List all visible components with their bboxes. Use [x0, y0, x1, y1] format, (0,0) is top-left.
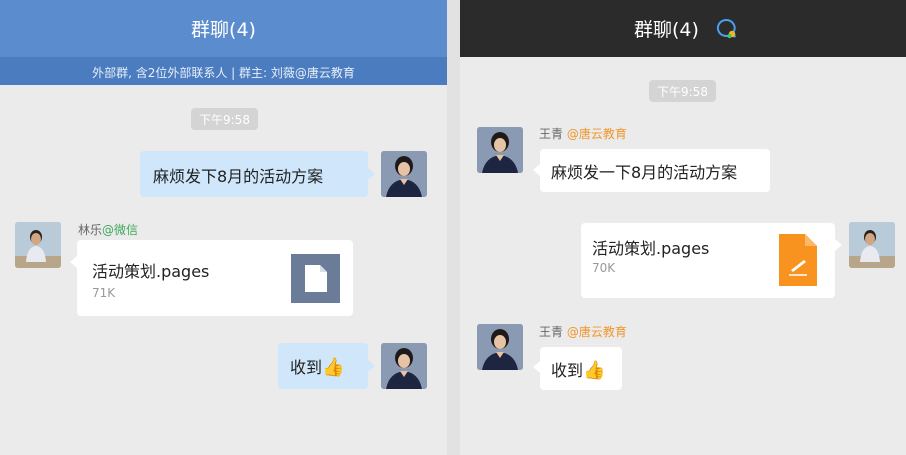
left-timestamp: 下午9:58 — [191, 108, 258, 130]
right-message-bubble-3[interactable]: 收到👍 — [540, 347, 622, 390]
right-avatar-me-2[interactable] — [849, 222, 895, 268]
pages-file-icon — [779, 234, 817, 286]
right-sender-tag-1: @唐云教育 — [566, 127, 627, 141]
left-message-bubble-3[interactable]: 收到👍 — [278, 343, 368, 389]
left-group-info-text: 外部群, 含2位外部联系人 | 群主: 刘薇@唐云教育 — [92, 66, 355, 80]
woman-portrait-icon — [381, 151, 427, 197]
left-bubble-tail-3 — [368, 360, 375, 372]
left-file-name: 活动策划.pages — [92, 262, 210, 281]
man-portrait-icon — [15, 222, 61, 268]
woman-portrait-icon — [477, 127, 523, 173]
left-avatar-linle[interactable] — [15, 222, 61, 268]
left-sender-linle: 林乐@微信 — [78, 221, 138, 238]
right-file-name: 活动策划.pages — [592, 239, 710, 258]
left-avatar-me-1[interactable] — [381, 151, 427, 197]
left-chat-panel: 群聊(4) 外部群, 含2位外部联系人 | 群主: 刘薇@唐云教育 下午9:58… — [0, 0, 447, 455]
panel-divider — [447, 0, 460, 455]
woman-portrait-icon — [477, 324, 523, 370]
right-chat-title: 群聊(4) — [634, 19, 699, 41]
left-sender-name: 林乐 — [78, 223, 103, 237]
right-message-text-1: 麻烦发一下8月的活动方案 — [551, 163, 738, 182]
chat-bubble-plus-icon[interactable] — [715, 18, 737, 40]
right-bubble-tail-3 — [533, 361, 540, 373]
right-file-card[interactable]: 活动策划.pages 70K — [581, 223, 835, 298]
document-icon — [291, 254, 340, 303]
left-nav-bar: 群聊(4) — [0, 0, 447, 57]
left-message-text-1: 麻烦发下8月的活动方案 — [153, 167, 324, 186]
left-chat-title: 群聊(4) — [191, 19, 256, 41]
right-avatar-wangqing-1[interactable] — [477, 127, 523, 173]
right-message-bubble-1[interactable]: 麻烦发一下8月的活动方案 — [540, 149, 770, 192]
left-bubble-tail-1 — [368, 168, 375, 180]
right-timestamp: 下午9:58 — [649, 80, 716, 102]
left-message-bubble-1[interactable]: 麻烦发下8月的活动方案 — [140, 151, 368, 197]
left-message-text-3: 收到 — [290, 358, 323, 377]
left-group-info-bar[interactable]: 外部群, 含2位外部联系人 | 群主: 刘薇@唐云教育 — [0, 57, 447, 85]
right-sender-wangqing-3: 王青 @唐云教育 — [539, 323, 627, 340]
thumbs-up-icon: 👍 — [583, 360, 606, 381]
right-nav-bar: 群聊(4) — [460, 0, 906, 57]
right-bubble-tail-2 — [835, 239, 842, 251]
right-bubble-tail-1 — [533, 164, 540, 176]
right-sender-name-3: 王青 — [539, 325, 564, 339]
left-file-card[interactable]: 活动策划.pages 71K — [77, 240, 353, 316]
right-sender-wangqing-1: 王青 @唐云教育 — [539, 125, 627, 142]
man-portrait-icon — [849, 222, 895, 268]
left-file-size: 71K — [92, 286, 116, 300]
right-chat-panel: 群聊(4) 下午9:58 王青 @唐云教育 麻烦发一下8月的活动方案 活动策划.… — [460, 0, 906, 455]
woman-portrait-icon — [381, 343, 427, 389]
thumbs-up-icon: 👍 — [322, 357, 345, 378]
left-avatar-me-3[interactable] — [381, 343, 427, 389]
left-sender-tag-wechat: @微信 — [102, 223, 139, 237]
left-bubble-tail-2 — [70, 256, 77, 268]
right-sender-name-1: 王青 — [539, 127, 564, 141]
right-file-size: 70K — [592, 261, 616, 275]
right-avatar-wangqing-3[interactable] — [477, 324, 523, 370]
right-message-text-3: 收到 — [551, 361, 584, 380]
right-sender-tag-3: @唐云教育 — [566, 325, 627, 339]
